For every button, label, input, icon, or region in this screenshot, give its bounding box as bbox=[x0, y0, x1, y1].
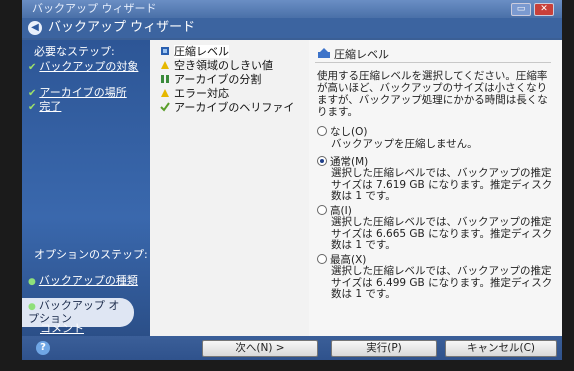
radio-high-description: 選択した圧縮レベルでは、バックアップの推定サイズは 6.665 GB になります… bbox=[331, 216, 553, 251]
check-icon bbox=[160, 102, 170, 112]
option-comment[interactable]: コメント bbox=[28, 323, 84, 335]
cancel-button[interactable]: キャンセル(C) bbox=[445, 340, 557, 357]
steps-sidebar: 必要なステップ: ✔ バックアップの対象 ✔ アーカイブの場所 ✔ 完了 オプションの… bbox=[22, 40, 150, 336]
window-controls: ▭ ✕ bbox=[511, 3, 554, 16]
wizard-window: バックアップ ウィザード ▭ ✕ ◀ バックアップ ウィザード 必要なステップ:… bbox=[22, 0, 562, 360]
split-icon bbox=[161, 75, 169, 83]
radio-normal-description: 選択した圧縮レベルでは、バックアップの推定サイズは 7.619 GB になります… bbox=[331, 167, 553, 202]
details-description: 使用する圧縮レベルを選択してください。圧縮率が高いほど、バックアップのサイズは小… bbox=[317, 70, 548, 118]
wizard-footer: ? 次へ(N) > 実行(P) キャンセル(C) bbox=[22, 336, 562, 360]
details-panel: 圧縮レベル 使用する圧縮レベルを選択してください。圧縮率が高いほど、バックアップ… bbox=[309, 40, 562, 336]
back-arrow-icon[interactable]: ◀ bbox=[28, 21, 42, 35]
details-title: 圧縮レベル bbox=[317, 46, 389, 62]
option-label: コメント bbox=[40, 322, 84, 335]
details-title-label: 圧縮レベル bbox=[334, 48, 389, 61]
window-title: バックアップ ウィザード bbox=[32, 2, 157, 15]
tree-item-label: アーカイブのベリファイ bbox=[174, 101, 295, 114]
warning-icon bbox=[161, 89, 169, 97]
next-button[interactable]: 次へ(N) > bbox=[202, 340, 318, 357]
step-backup-source[interactable]: ✔ バックアップの対象 bbox=[28, 58, 138, 74]
tree-item-verify[interactable]: アーカイブのベリファイ bbox=[160, 99, 294, 115]
wizard-title: バックアップ ウィザード bbox=[48, 20, 196, 35]
option-label: バックアップの種類 bbox=[38, 274, 138, 287]
close-icon[interactable]: ✕ bbox=[534, 3, 554, 16]
step-label: 完了 bbox=[39, 100, 62, 113]
radio-none-description: バックアップを圧縮しません。 bbox=[331, 138, 478, 150]
minimize-icon[interactable]: ▭ bbox=[511, 3, 531, 16]
window-titlebar: バックアップ ウィザード ▭ ✕ bbox=[22, 0, 562, 18]
step-label: バックアップの対象 bbox=[39, 60, 139, 73]
radio-none[interactable]: なし(O) bbox=[317, 124, 367, 139]
help-icon[interactable]: ? bbox=[36, 341, 50, 355]
check-icon: ✔ bbox=[28, 102, 37, 113]
wizard-header: ◀ バックアップ ウィザード bbox=[22, 18, 562, 38]
radio-circle[interactable] bbox=[317, 126, 327, 136]
options-tree: 圧縮レベル 空き領域のしきい値 アーカイブの分割 エラー対応 アーカイブのベリフ… bbox=[150, 40, 310, 336]
step-finish[interactable]: ✔ 完了 bbox=[28, 98, 61, 114]
bullet-icon: ● bbox=[28, 302, 36, 312]
radio-circle[interactable] bbox=[317, 156, 327, 166]
radio-label: なし(O) bbox=[330, 126, 368, 138]
compression-icon bbox=[161, 47, 169, 55]
divider bbox=[315, 62, 551, 63]
option-backup-type[interactable]: ● バックアップの種類 bbox=[28, 275, 138, 288]
radio-circle[interactable] bbox=[317, 254, 327, 264]
required-steps-heading: 必要なステップ: bbox=[34, 45, 115, 58]
bullet-icon: ● bbox=[28, 277, 36, 287]
warning-icon bbox=[161, 61, 169, 69]
check-icon: ✔ bbox=[28, 62, 37, 73]
compression-icon bbox=[318, 48, 330, 58]
radio-maximum-description: 選択した圧縮レベルでは、バックアップの推定サイズは 6.499 GB になります… bbox=[331, 265, 553, 300]
radio-circle[interactable] bbox=[317, 205, 327, 215]
run-button[interactable]: 実行(P) bbox=[331, 340, 437, 357]
optional-steps-heading: オプションのステップ: bbox=[34, 248, 148, 261]
